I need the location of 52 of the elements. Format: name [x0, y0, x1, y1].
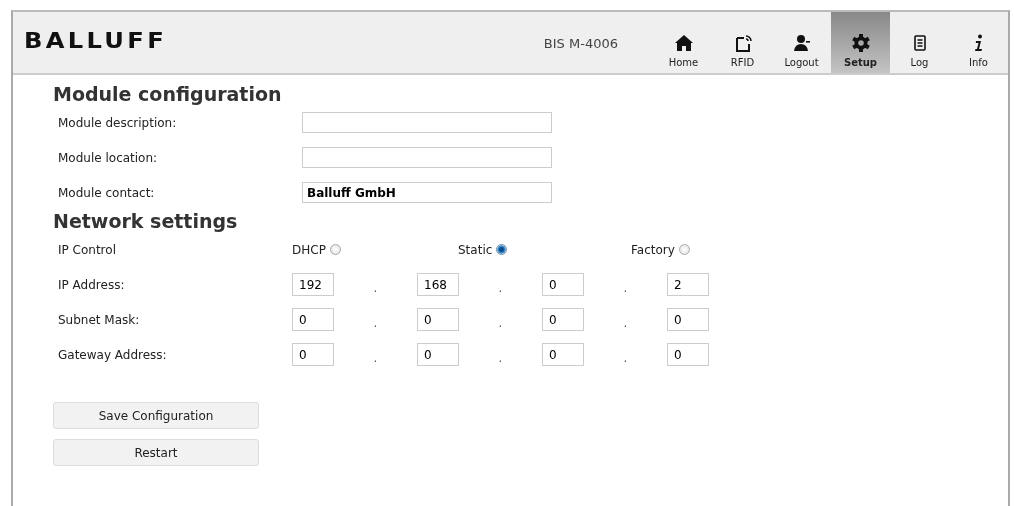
field-label: Module contact: — [58, 185, 156, 200]
separator-dot: . — [372, 314, 379, 330]
section-heading: Network settings — [53, 210, 239, 232]
section-heading: Module configuration — [53, 83, 283, 105]
text-field[interactable] — [302, 147, 552, 168]
octet-field[interactable]: 0 — [417, 308, 459, 331]
radio-label: Static — [458, 242, 493, 257]
field-label: Gateway Address: — [58, 347, 168, 362]
separator-dot: . — [622, 349, 629, 365]
separator-dot: . — [372, 349, 379, 365]
radio-label: Factory — [631, 242, 675, 257]
radio-button[interactable] — [678, 244, 690, 255]
person-icon — [791, 33, 812, 53]
octet-field[interactable]: 0 — [292, 308, 334, 331]
field-label: Subnet Mask: — [58, 312, 141, 327]
radio-button[interactable] — [329, 244, 341, 255]
nav-tab[interactable]: Logout — [772, 12, 831, 73]
octet-field[interactable]: 0 — [667, 343, 709, 366]
octet-field[interactable]: 2 — [667, 273, 709, 296]
home-icon — [673, 33, 694, 53]
octet-field[interactable]: 0 — [542, 273, 584, 296]
text-field[interactable]: Balluff GmbH — [302, 182, 552, 203]
logo: BALLUFF — [23, 27, 167, 53]
field-label: Module description: — [58, 115, 178, 130]
octet-field[interactable]: 0 — [292, 343, 334, 366]
radio-button[interactable] — [496, 244, 508, 255]
separator-dot: . — [372, 279, 379, 295]
octet-field[interactable]: 0 — [542, 308, 584, 331]
action-button[interactable]: Save Configuration — [53, 402, 259, 429]
octet-field[interactable]: 0 — [542, 343, 584, 366]
field-label: Module location: — [58, 150, 159, 165]
separator-dot: . — [622, 279, 629, 295]
nav-tab[interactable]: Info — [949, 12, 1008, 73]
separator-dot: . — [497, 349, 504, 365]
octet-field[interactable]: 0 — [417, 343, 459, 366]
radio-label: DHCP — [292, 242, 326, 257]
field-label: IP Control — [58, 242, 117, 257]
nav-tab[interactable]: Log — [890, 12, 949, 73]
separator-dot: . — [497, 314, 504, 330]
separator-dot: . — [497, 279, 504, 295]
octet-field[interactable]: 192 — [292, 273, 334, 296]
nav-tab[interactable]: Setup — [831, 12, 890, 73]
settings-icon — [850, 33, 871, 53]
separator-dot: . — [622, 314, 629, 330]
nav-tab[interactable]: RFID — [713, 12, 772, 73]
text-field[interactable] — [302, 112, 552, 133]
octet-field[interactable]: 0 — [667, 308, 709, 331]
device-name: BIS M-4006 — [543, 35, 618, 53]
field-label: IP Address: — [58, 277, 126, 292]
action-button[interactable]: Restart — [53, 439, 259, 466]
octet-field[interactable]: 168 — [417, 273, 459, 296]
nav-tab[interactable]: Home — [654, 12, 713, 73]
